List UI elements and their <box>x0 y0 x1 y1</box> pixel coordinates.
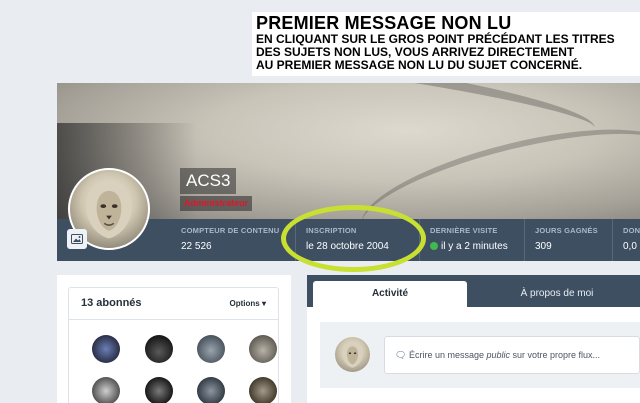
stat-value: il y a 2 minutes <box>441 241 508 252</box>
tab-about-me[interactable]: À propos de moi <box>477 281 637 307</box>
stat-content-count: COMPTEUR DE CONTENU 22 526 <box>171 219 279 261</box>
follower-avatar[interactable] <box>249 377 277 403</box>
composer-avatar <box>335 337 370 372</box>
follower-avatar[interactable] <box>249 335 277 363</box>
follower-avatar[interactable] <box>145 335 173 363</box>
composer-placeholder-emphasis: public <box>486 350 511 360</box>
highlight-ellipse <box>281 205 426 272</box>
image-icon <box>71 234 83 244</box>
sidebar-card: 13 abonnés Options ▾ <box>57 275 291 403</box>
composer-placeholder-prefix: Écrire un message <box>408 350 487 360</box>
status-update-input[interactable]: 🗨 Écrire un message public sur votre pro… <box>384 336 640 374</box>
follower-avatar[interactable] <box>197 335 225 363</box>
lion-avatar-image <box>342 342 363 368</box>
composer-placeholder-suffix: sur votre propre flux... <box>510 350 601 360</box>
followers-widget: 13 abonnés Options ▾ <box>68 287 279 403</box>
stat-label: JOURS GAGNÉS <box>535 226 598 235</box>
followers-header: 13 abonnés Options ▾ <box>69 288 278 320</box>
profile-tabs: Activité À propos de moi <box>307 275 640 307</box>
follower-avatar[interactable] <box>92 335 120 363</box>
follower-avatar[interactable] <box>92 377 120 403</box>
stat-days-won: JOURS GAGNÉS 309 <box>524 219 598 261</box>
status-composer: 🗨 Écrire un message public sur votre pro… <box>320 322 640 388</box>
stat-last-visit: DERNIÈRE VISITE il y a 2 minutes <box>419 219 508 261</box>
online-status-icon <box>430 242 438 250</box>
options-label: Options <box>229 299 260 308</box>
options-menu-button[interactable]: Options ▾ <box>230 299 266 308</box>
follower-avatar[interactable] <box>197 377 225 403</box>
profile-role: Administrateur <box>180 196 253 211</box>
speech-bubble-icon: 🗨 <box>395 350 407 360</box>
followers-title: 13 abonnés <box>81 297 142 309</box>
stat-label: COMPTEUR DE CONTENU <box>181 226 280 235</box>
stat-value: 0,0 <box>623 241 637 252</box>
change-photo-button[interactable] <box>67 229 87 249</box>
stat-value: 22 526 <box>181 241 212 252</box>
stat-label: DERNIÈRE VISITE <box>430 226 498 235</box>
chevron-down-icon: ▾ <box>261 299 266 308</box>
follower-avatar[interactable] <box>145 377 173 403</box>
annotation-title: PREMIER MESSAGE NON LU <box>256 13 512 33</box>
annotation-callout: PREMIER MESSAGE NON LU EN CLIQUANT SUR L… <box>252 12 640 76</box>
tab-activity[interactable]: Activité <box>313 281 467 307</box>
profile-username: ACS3 <box>180 168 237 194</box>
stat-donation: DON 0,0 <box>612 219 640 261</box>
activity-feed: 🗨 Écrire un message public sur votre pro… <box>307 307 640 403</box>
annotation-line: AU PREMIER MESSAGE NON LU DU SUJET CONCE… <box>256 58 583 72</box>
stat-value: 309 <box>535 241 552 252</box>
stat-label: DON <box>623 226 640 235</box>
